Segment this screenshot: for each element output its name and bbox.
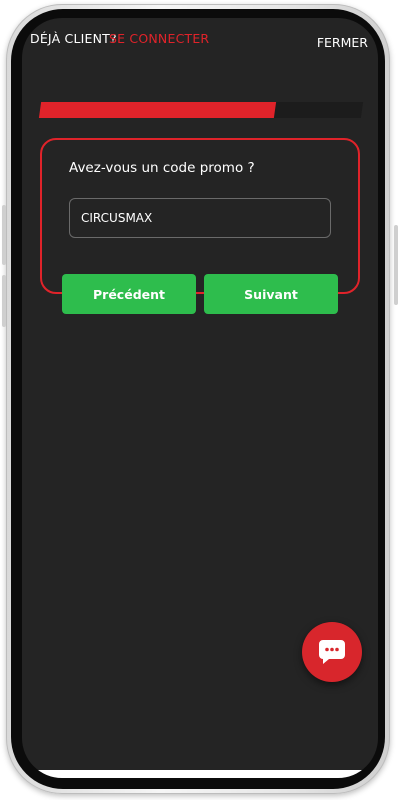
progress-bar-fill — [38, 102, 277, 118]
already-client-label: DÉJÀ CLIENT? — [30, 31, 117, 46]
chat-bubble-icon — [318, 639, 346, 665]
close-link[interactable]: FERMER — [317, 35, 368, 50]
promo-code-card: Avez-vous un code promo ? — [40, 138, 360, 294]
power-button — [394, 225, 398, 305]
volume-down-button — [2, 275, 6, 327]
login-link[interactable]: SE CONNECTER — [109, 31, 209, 46]
promo-code-input[interactable] — [69, 198, 331, 238]
chat-button[interactable] — [302, 622, 362, 682]
progress-bar — [38, 102, 364, 118]
app-screen: DÉJÀ CLIENT? SE CONNECTER FERMER Avez-vo… — [22, 18, 378, 778]
volume-up-button — [2, 205, 6, 265]
top-bar: DÉJÀ CLIENT? SE CONNECTER FERMER — [22, 18, 378, 58]
home-indicator-strip — [22, 770, 378, 778]
previous-button[interactable]: Précédent — [62, 274, 196, 314]
next-button[interactable]: Suivant — [204, 274, 338, 314]
promo-question: Avez-vous un code promo ? — [69, 160, 255, 176]
